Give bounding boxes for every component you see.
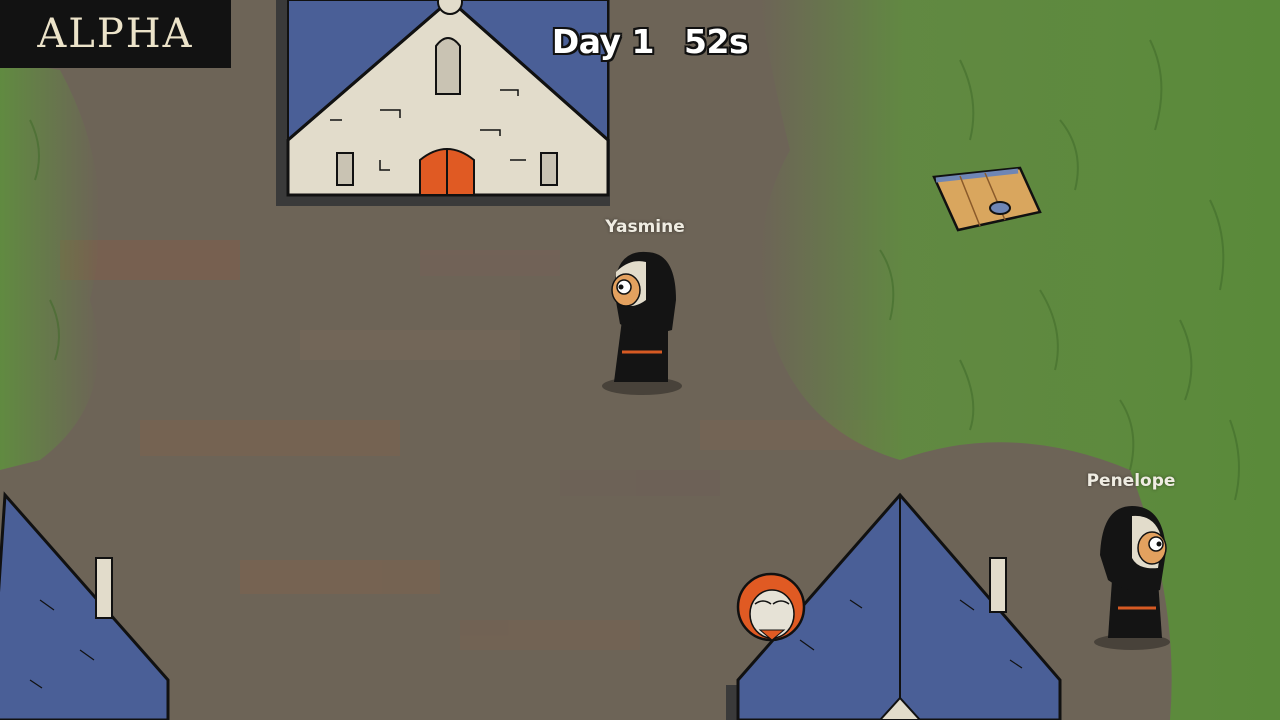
character-hooded-elder[interactable]	[736, 572, 806, 642]
timer-label: 52s	[684, 22, 749, 61]
day-label: Day 1	[551, 22, 655, 61]
alpha-label: ALPHA	[37, 11, 194, 57]
game-map[interactable]	[0, 0, 1280, 720]
nametag-penelope: Penelope	[1086, 471, 1176, 491]
alpha-badge: ALPHA	[0, 0, 231, 68]
hud-day-timer: Day 1 52s	[520, 22, 780, 66]
nametag-yasmine: Yasmine	[605, 217, 685, 237]
